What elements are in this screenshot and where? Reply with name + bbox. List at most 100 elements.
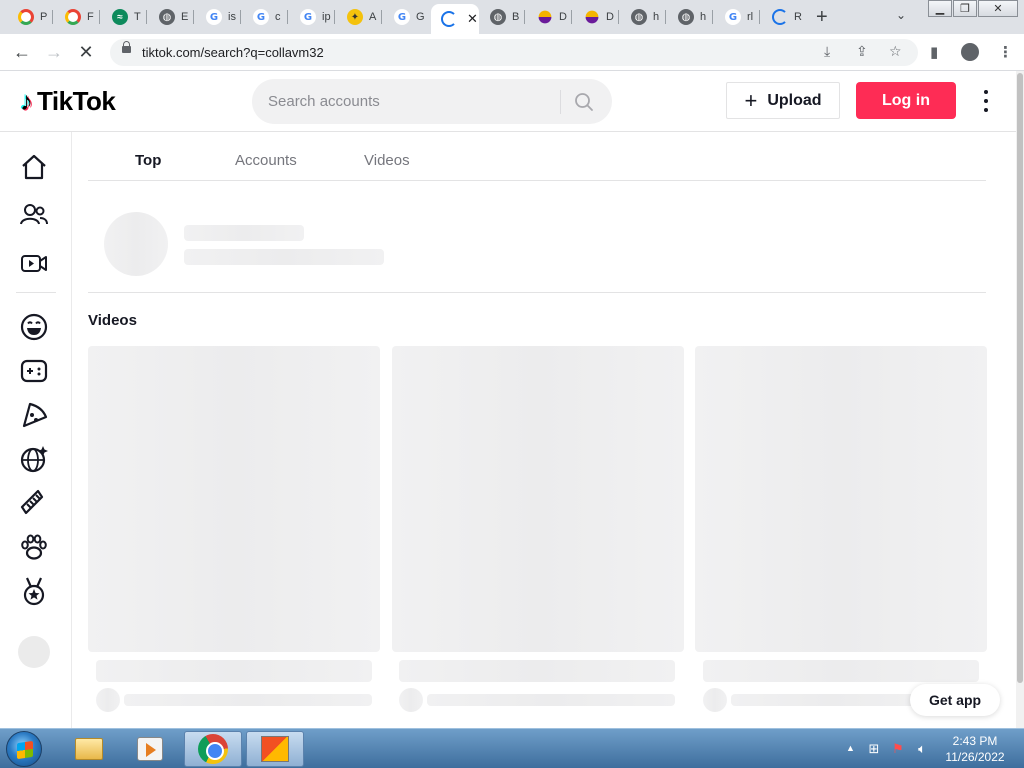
video-author-name-placeholder — [124, 694, 372, 706]
browser-tab[interactable]: Grl — [715, 4, 760, 30]
search-icon[interactable] — [574, 92, 594, 112]
search-tabs: Top Accounts Videos — [88, 132, 986, 181]
upload-button[interactable]: + Upload — [726, 82, 840, 119]
profile-avatar-icon[interactable] — [961, 43, 979, 61]
browser-tab[interactable]: GG — [384, 4, 429, 30]
action-center-icon[interactable]: ⚑ — [890, 741, 906, 757]
plus-icon: + — [744, 87, 758, 113]
new-tab-button[interactable]: + — [816, 6, 828, 29]
explorer-taskbar-button[interactable] — [60, 731, 118, 767]
account-info-placeholder — [184, 249, 384, 265]
browser-tab[interactable]: P — [8, 4, 53, 30]
side-panel-icon[interactable]: ▮ — [930, 43, 938, 61]
install-app-icon[interactable]: ⤓ — [824, 43, 830, 60]
search-divider — [560, 90, 561, 114]
browser-tab[interactable]: ◍ h — [621, 4, 666, 30]
diamond-icon — [582, 7, 602, 27]
window-close-button[interactable]: ✕ — [978, 0, 1018, 17]
video-author-name-placeholder — [427, 694, 675, 706]
forward-arrow-icon[interactable]: → — [44, 42, 64, 62]
get-app-button[interactable]: Get app — [910, 684, 1000, 716]
folder-icon — [75, 738, 103, 760]
maps-icon — [18, 9, 34, 25]
volume-icon[interactable]: 🔈︎ — [914, 741, 930, 757]
browser-tab[interactable]: D — [527, 4, 572, 30]
dance-icon[interactable] — [18, 443, 50, 475]
browser-tab[interactable]: ≈ T — [102, 4, 147, 30]
browser-tab[interactable]: D — [574, 4, 619, 30]
following-icon[interactable] — [18, 199, 50, 231]
home-icon[interactable] — [18, 151, 50, 183]
window-minimize-button[interactable]: ▁ — [928, 0, 952, 17]
sports-icon[interactable] — [18, 575, 50, 607]
browser-tab[interactable]: ✦ A — [337, 4, 382, 30]
stop-loading-icon[interactable]: ✕ — [76, 42, 96, 62]
address-bar[interactable]: tiktok.com/search?q=collavm32 ⤓ ⇪ ☆ — [110, 39, 918, 66]
video-card-placeholder[interactable] — [88, 346, 380, 652]
browser-tab[interactable]: R — [762, 4, 807, 30]
globe-icon: ◍ — [678, 9, 694, 25]
globe-icon: ◍ — [490, 9, 506, 25]
browser-menu-icon[interactable]: ⋮ — [998, 43, 1013, 61]
browser-tab[interactable]: F — [55, 4, 100, 30]
url-text[interactable]: tiktok.com/search?q=collavm32 — [142, 45, 324, 60]
comedy-icon[interactable] — [18, 311, 50, 343]
search-box — [252, 79, 612, 124]
tab-search-chevron-icon[interactable]: ⌄ — [896, 8, 906, 22]
browser-tab[interactable]: Gip — [290, 4, 335, 30]
back-arrow-icon[interactable]: ← — [12, 42, 32, 62]
beauty-icon[interactable] — [18, 487, 50, 519]
media-player-icon — [137, 737, 163, 761]
video-caption-placeholder — [399, 660, 675, 682]
live-icon[interactable] — [18, 247, 50, 279]
search-results: Top Accounts Videos Videos Get app — [72, 132, 1016, 728]
start-button[interactable] — [6, 731, 42, 767]
google-icon: G — [725, 9, 741, 25]
browser-tab[interactable]: ◍ h — [668, 4, 713, 30]
browser-tab[interactable]: Gis — [196, 4, 241, 30]
video-caption-placeholder — [703, 660, 979, 682]
loading-spinner-icon — [441, 11, 457, 27]
office-taskbar-button[interactable] — [246, 731, 304, 767]
globe-icon: ◍ — [159, 9, 175, 25]
video-card-placeholder[interactable] — [392, 346, 684, 652]
account-name-placeholder — [184, 225, 304, 241]
page-scrollbar[interactable] — [1016, 71, 1024, 728]
browser-tab[interactable]: ◍ B — [480, 4, 525, 30]
search-input[interactable] — [268, 79, 558, 124]
browser-tab[interactable]: Gc — [243, 4, 288, 30]
bookmark-star-icon[interactable]: ☆ — [889, 43, 902, 60]
animals-icon[interactable] — [18, 531, 50, 563]
tray-expand-icon[interactable]: ▲ — [846, 743, 855, 753]
tab-videos[interactable]: Videos — [364, 152, 410, 169]
more-options-icon[interactable] — [980, 90, 992, 112]
gaming-icon[interactable] — [18, 355, 50, 387]
network-icon[interactable]: ⊞ — [866, 741, 882, 757]
tab-top[interactable]: Top — [135, 152, 161, 169]
bee-icon: ✦ — [347, 9, 363, 25]
loading-spinner-icon — [772, 9, 788, 25]
video-author-avatar-placeholder — [399, 688, 423, 712]
video-card-placeholder[interactable] — [695, 346, 987, 652]
system-clock[interactable]: 2:43 PM 11/26/2022 — [940, 733, 1010, 765]
login-button[interactable]: Log in — [856, 82, 956, 119]
window-restore-button[interactable]: ❐ — [953, 0, 977, 17]
share-icon[interactable]: ⇪ — [856, 43, 868, 60]
tab-accounts[interactable]: Accounts — [235, 152, 297, 169]
chrome-taskbar-button[interactable] — [184, 731, 242, 767]
food-icon[interactable] — [18, 399, 50, 431]
browser-tab-active[interactable]: ✕ — [431, 4, 479, 34]
scrollbar-thumb[interactable] — [1017, 73, 1023, 683]
section-divider — [88, 292, 986, 293]
browser-tab-strip: P F ≈ T ◍ E Gis Gc Gip ✦ A GG ✕ ◍ B D D ◍ h ◍… — [0, 0, 1024, 34]
site-header: ♪ TikTok + Upload Log in — [0, 71, 1016, 132]
close-tab-icon[interactable]: ✕ — [467, 11, 478, 27]
video-author-name-placeholder — [731, 694, 931, 706]
diamond-icon — [535, 7, 555, 27]
media-player-taskbar-button[interactable] — [121, 731, 179, 767]
os-taskbar: ▲ ⊞ ⚑ 🔈︎ 2:43 PM 11/26/2022 — [0, 728, 1024, 768]
browser-tab[interactable]: ◍ E — [149, 4, 194, 30]
google-icon: G — [206, 9, 222, 25]
lock-icon[interactable] — [122, 41, 131, 53]
tiktok-logo[interactable]: ♪ TikTok — [20, 86, 116, 117]
